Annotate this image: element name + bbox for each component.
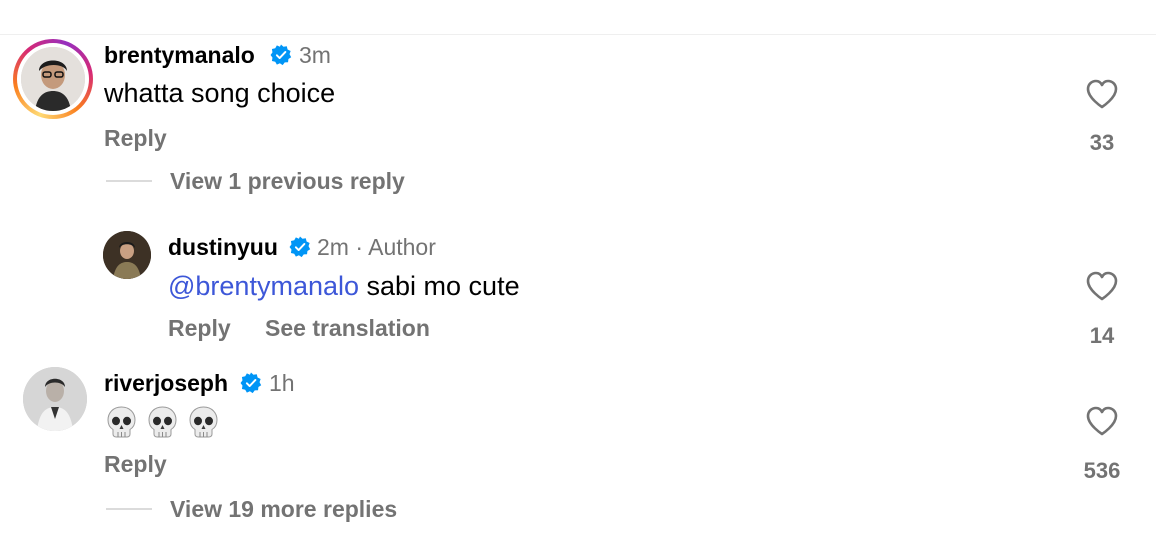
avatar[interactable] — [23, 367, 87, 431]
reply-button[interactable]: Reply — [168, 315, 231, 342]
like-count: 33 — [1089, 130, 1115, 155]
username[interactable]: brentymanalo — [104, 42, 255, 69]
heart-icon[interactable] — [1085, 405, 1119, 437]
heart-icon[interactable] — [1085, 78, 1119, 110]
view-replies-button[interactable]: View 19 more replies — [170, 496, 397, 523]
thread-line — [106, 508, 152, 510]
view-replies-button[interactable]: View 1 previous reply — [170, 168, 405, 195]
timestamp: 1h — [269, 370, 295, 396]
mention-link[interactable]: @brentymanalo — [168, 271, 359, 301]
skull-emoji-icon — [148, 406, 177, 438]
reply-button[interactable]: Reply — [104, 125, 167, 152]
username[interactable]: riverjoseph — [104, 370, 228, 397]
comment-text: @brentymanalo sabi mo cute — [168, 271, 520, 302]
avatar[interactable] — [103, 231, 151, 279]
heart-icon[interactable] — [1085, 270, 1119, 302]
see-translation-button[interactable]: See translation — [265, 315, 430, 342]
comment-text-body: sabi mo cute — [359, 271, 520, 301]
thread-line — [106, 180, 152, 182]
like-count: 536 — [1083, 458, 1121, 483]
comment-emoji-row — [106, 405, 219, 439]
top-divider — [0, 34, 1156, 35]
verified-badge-icon — [240, 372, 262, 394]
skull-emoji-icon — [189, 406, 218, 438]
username[interactable]: dustinyuu — [168, 234, 278, 261]
verified-badge-icon — [270, 44, 292, 66]
story-ring[interactable] — [13, 39, 93, 119]
reply-button[interactable]: Reply — [104, 451, 167, 478]
verified-badge-icon — [289, 236, 311, 258]
timestamp: 3m — [299, 42, 331, 68]
timestamp: 2m · Author — [317, 234, 436, 260]
avatar[interactable] — [21, 47, 85, 111]
skull-emoji-icon — [107, 406, 136, 438]
comment-text: whatta song choice — [104, 78, 336, 108]
like-count: 14 — [1089, 323, 1115, 348]
